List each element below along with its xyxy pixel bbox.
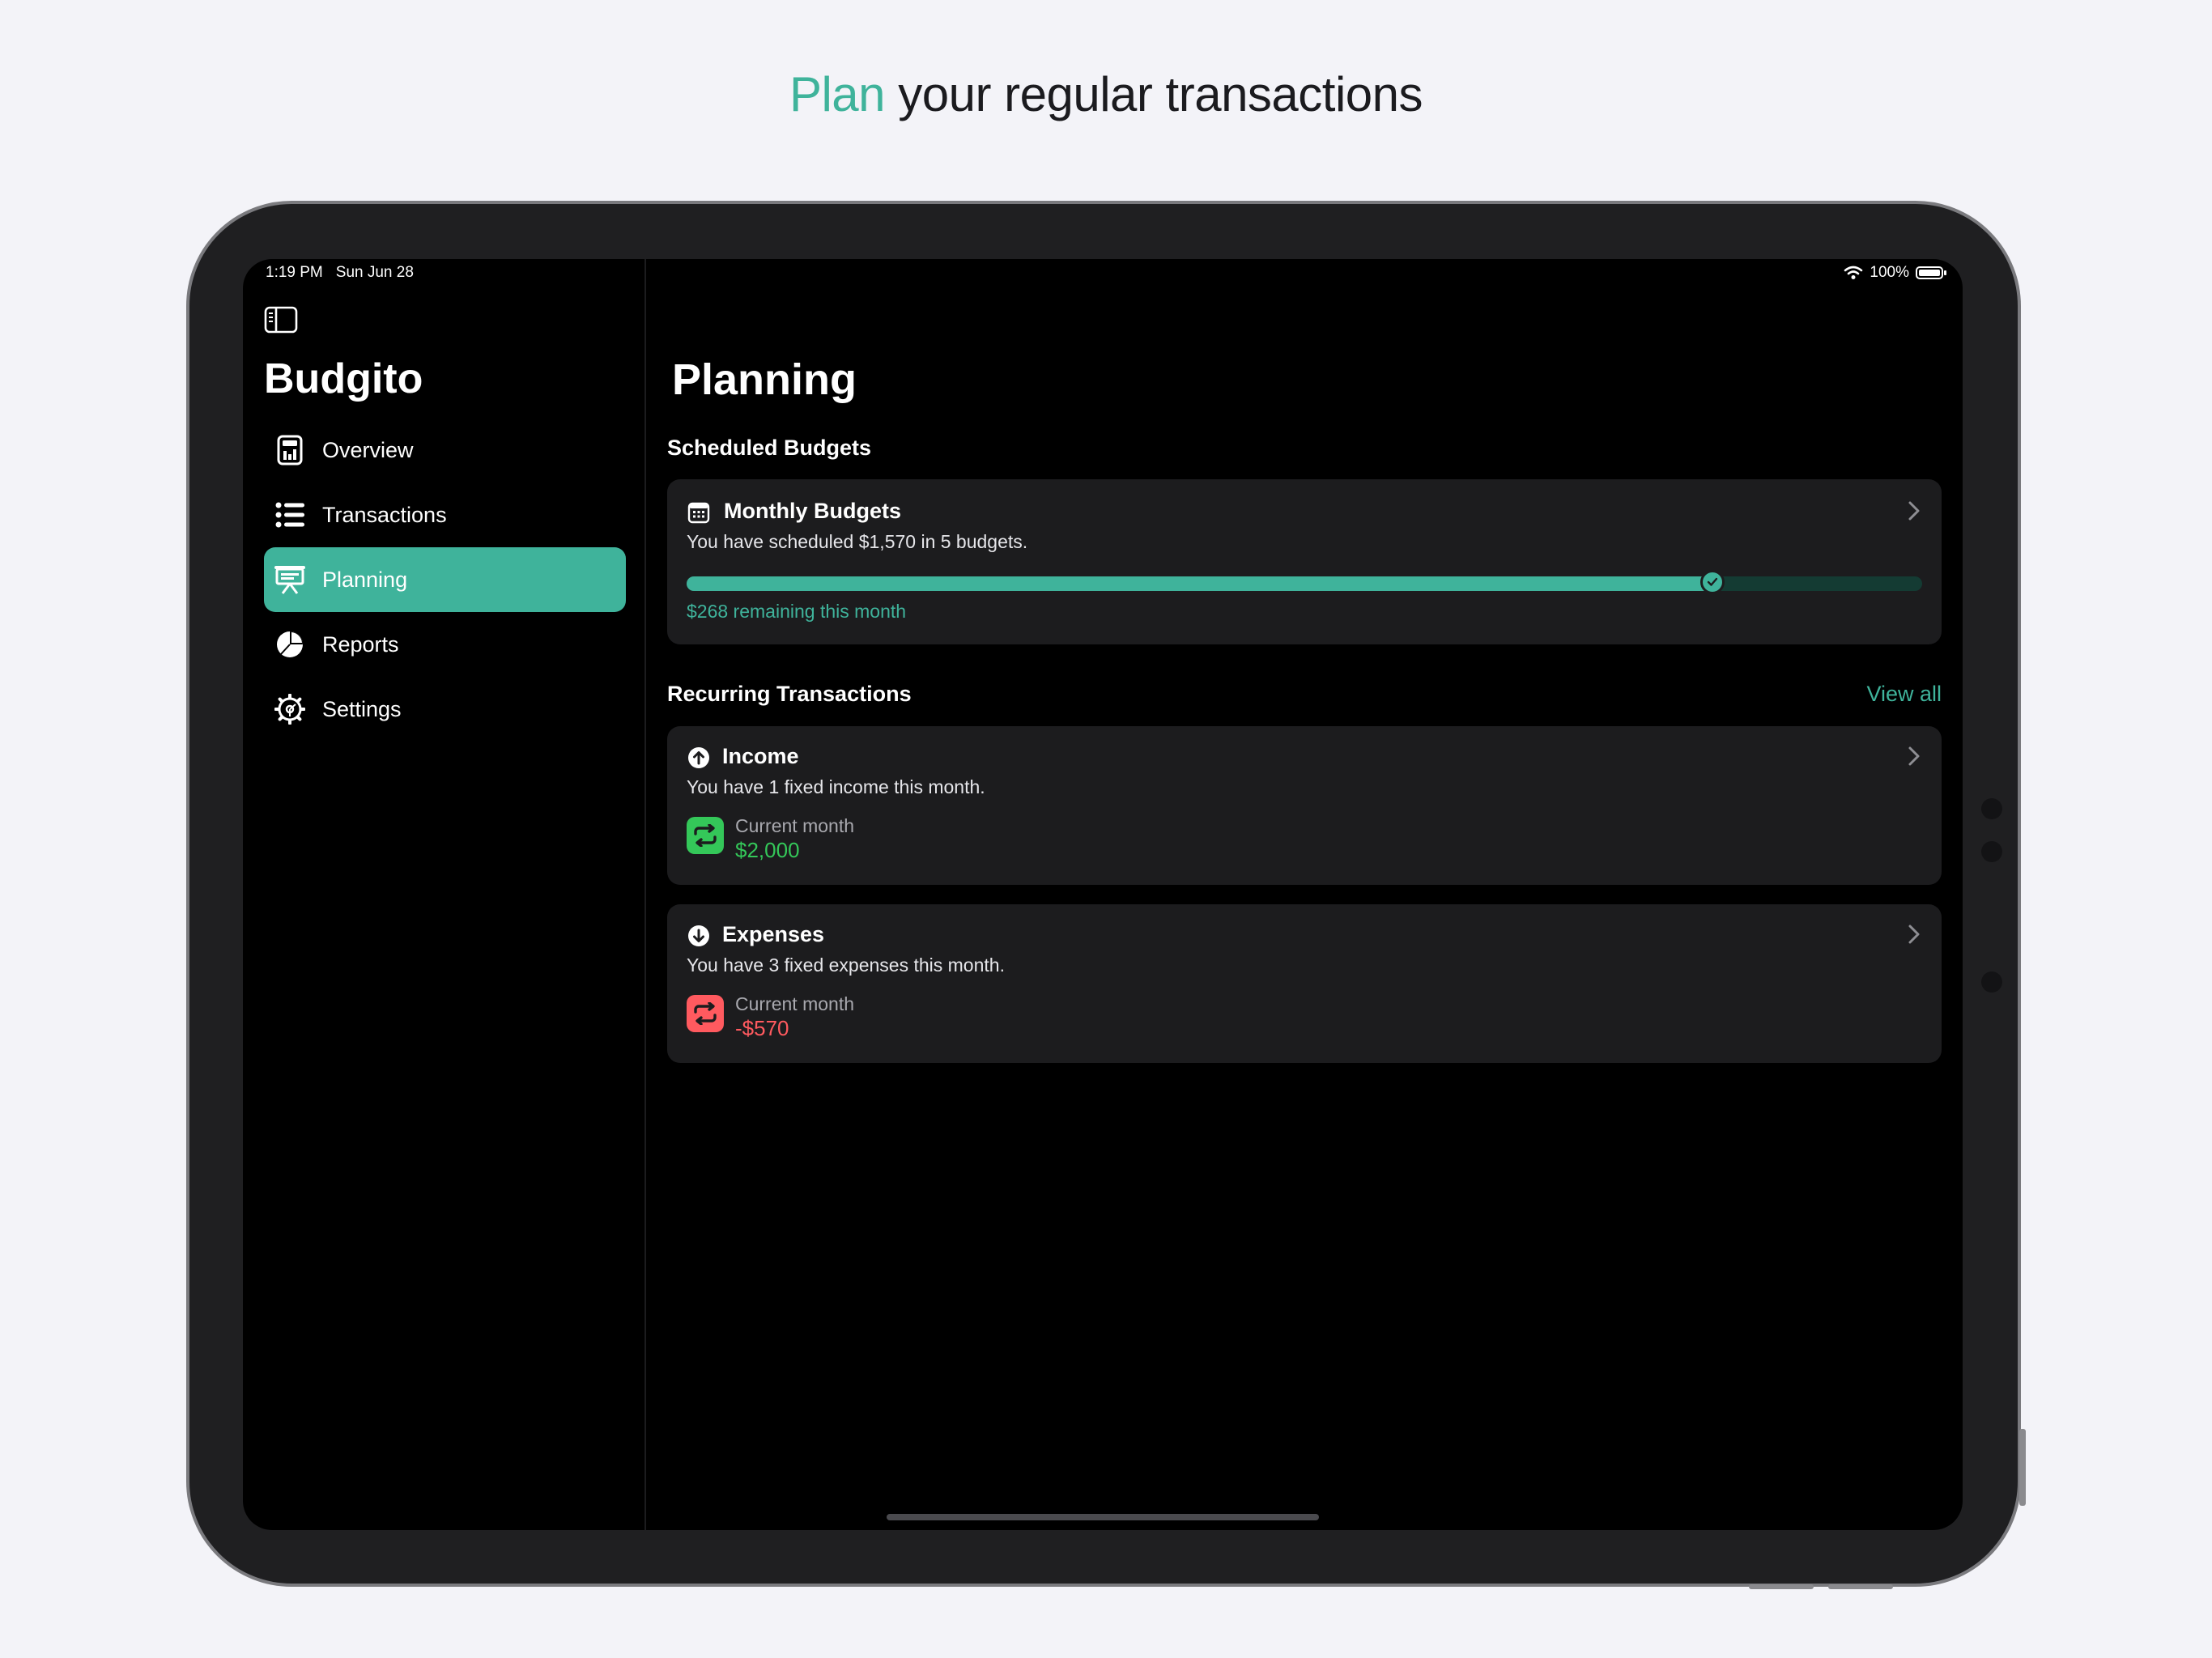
- checkmark-circle-icon: [1699, 570, 1725, 594]
- current-month-label: Current month: [735, 815, 855, 836]
- volume-button-1: [1749, 1584, 1814, 1589]
- monthly-budgets-card[interactable]: Monthly Budgets You have scheduled $1,57…: [667, 479, 1942, 644]
- chevron-right-icon: [1908, 925, 1920, 944]
- sidebar-item-overview[interactable]: Overview: [264, 418, 626, 483]
- budget-progress-bar: [687, 570, 1922, 594]
- sidebar-item-label: Transactions: [322, 502, 447, 527]
- card-subtitle: You have scheduled $1,570 in 5 budgets.: [687, 531, 1028, 552]
- card-subtitle: You have 1 fixed income this month.: [687, 776, 985, 797]
- app-title: Budgito: [264, 355, 423, 402]
- expenses-amount: -$570: [735, 1016, 789, 1040]
- sidebar-item-label: Reports: [322, 631, 399, 657]
- sidebar: Budgito Overview Transactions Planning R…: [243, 259, 646, 1530]
- calendar-icon: [687, 502, 710, 524]
- arrow-up-circle-icon: [688, 747, 709, 768]
- chevron-right-icon: [1908, 501, 1920, 521]
- headline-rest: your regular transactions: [885, 67, 1423, 121]
- budget-progress-fill: [687, 576, 1712, 591]
- marketing-headline: Plan your regular transactions: [0, 66, 2212, 122]
- headline-accent: Plan: [789, 67, 886, 121]
- sidebar-item-label: Planning: [322, 567, 408, 592]
- app-screen: 1:19 PM Sun Jun 28 100% Budgito Overview…: [243, 259, 1963, 1530]
- arrow-down-circle-icon: [688, 925, 709, 946]
- list-icon: [272, 497, 308, 533]
- card-title: Monthly Budgets: [724, 499, 901, 523]
- main-content: Planning Scheduled Budgets Monthly Budge…: [646, 259, 1963, 1530]
- side-button: [2019, 1429, 2026, 1506]
- card-subtitle: You have 3 fixed expenses this month.: [687, 954, 1005, 976]
- remaining-this-month: $268 remaining this month: [687, 601, 907, 622]
- sidebar-item-settings[interactable]: Settings: [264, 677, 626, 742]
- home-indicator[interactable]: [887, 1514, 1319, 1520]
- gear-icon: [272, 691, 308, 727]
- chevron-right-icon: [1908, 746, 1920, 766]
- pencil-connector-dot: [1981, 971, 2002, 993]
- card-title: Expenses: [722, 922, 825, 946]
- sidebar-item-reports[interactable]: Reports: [264, 612, 626, 677]
- sidebar-item-transactions[interactable]: Transactions: [264, 483, 626, 547]
- current-month-label: Current month: [735, 993, 855, 1014]
- sidebar-toggle-icon[interactable]: [264, 306, 298, 334]
- sidebar-item-planning[interactable]: Planning: [264, 547, 626, 612]
- calculator-icon: [272, 432, 308, 468]
- expenses-card[interactable]: Expenses You have 3 fixed expenses this …: [667, 904, 1942, 1063]
- presentation-icon: [272, 562, 308, 597]
- sidebar-item-label: Settings: [322, 696, 402, 721]
- pencil-connector-dot: [1981, 798, 2002, 819]
- pie-chart-icon: [272, 627, 308, 662]
- repeat-icon: [687, 995, 724, 1032]
- view-all-link[interactable]: View all: [1866, 682, 1942, 707]
- recurring-transactions-header: Recurring Transactions: [667, 682, 912, 706]
- card-title: Income: [722, 744, 799, 768]
- sidebar-item-label: Overview: [322, 437, 414, 462]
- page-title: Planning: [672, 355, 857, 404]
- volume-button-2: [1828, 1584, 1893, 1589]
- pencil-connector-dot: [1981, 841, 2002, 862]
- income-amount: $2,000: [735, 838, 800, 862]
- repeat-icon: [687, 817, 724, 854]
- income-card[interactable]: Income You have 1 fixed income this mont…: [667, 726, 1942, 885]
- sidebar-nav: Overview Transactions Planning Reports S…: [264, 418, 626, 742]
- scheduled-budgets-header: Scheduled Budgets: [667, 436, 872, 460]
